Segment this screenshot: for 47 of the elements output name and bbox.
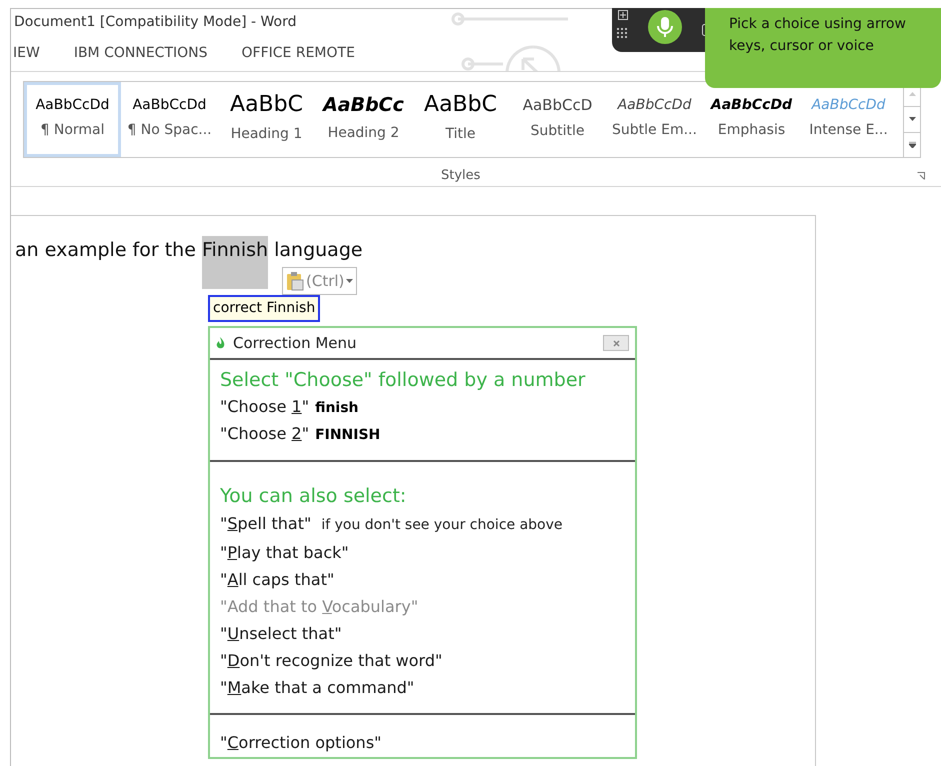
menu-command[interactable]: "Don't recognize that word" [220,647,442,674]
document-text: an example for the [15,238,197,263]
ribbon-tab[interactable]: IEW [11,42,42,64]
style-gallery-item[interactable]: AaBbCc Heading 2 [315,82,412,157]
ribbon-tab[interactable]: IBM CONNECTIONS [72,42,210,64]
suggestion-text: finish [315,399,359,418]
close-icon [612,340,620,346]
plus-icon[interactable] [618,10,628,20]
expand-icon [908,142,916,148]
microphone-icon[interactable] [648,10,682,44]
caret-up-icon [908,92,916,96]
hint-text: if you don't see your choice above [321,516,563,535]
command-tooltip: correct Finnish [208,295,320,322]
menu-command[interactable]: "All caps that" [220,566,334,593]
menu-title: Correction Menu [233,332,357,354]
tooltip-text: Pick a choice using arrow keys, cursor or voice [729,15,907,56]
caret-down-icon [908,117,916,122]
menu-command[interactable]: "Spell that" [220,510,312,537]
choose-command[interactable]: "Choose 2" [220,421,310,447]
style-gallery-item[interactable]: AaBbCcDd ¶ Normal [24,82,121,157]
suggestion-text: FINNISH [315,426,380,445]
clipboard-icon [286,271,304,291]
window-title: Document1 [Compatibility Mode] - Word [14,12,296,32]
style-gallery-item[interactable]: AaBbCcDd Subtle Em... [606,82,703,157]
style-gallery-item[interactable]: AaBbCcDd Emphasis [703,82,800,157]
style-gallery-item[interactable]: AaBbCcDd Intense E... [800,82,897,157]
choose-command[interactable]: "Choose 1" [220,394,310,420]
paste-options-button[interactable]: (Ctrl) [282,267,358,295]
style-gallery-item[interactable]: AaBbCcDd ¶ No Spac... [121,82,218,157]
document-text: language [273,238,363,263]
section-heading: Select "Choose" followed by a number [220,368,586,393]
close-button[interactable] [603,335,629,351]
flame-icon [216,337,225,349]
menu-command[interactable]: "Correction options" [220,733,382,752]
dropdown-arrow-icon [346,279,354,283]
menu-command[interactable]: "Make that a command" [220,674,414,701]
dialog-launcher-icon[interactable] [917,172,925,180]
ribbon-tab[interactable]: OFFICE REMOTE [240,42,357,64]
menu-command[interactable]: "Unselect that" [220,620,342,647]
style-gallery-item[interactable]: AaBbCcD Subtitle [509,82,606,157]
style-gallery-item[interactable]: AaBbC Title [412,82,509,157]
section-heading: You can also select: [220,484,408,509]
keypad-icon[interactable] [617,28,629,38]
menu-command[interactable]: "Play that back" [220,539,349,566]
selected-word: Finnish [202,236,268,288]
group-label: Styles [441,167,480,185]
style-gallery-item[interactable]: AaBbC Heading 1 [218,82,315,157]
